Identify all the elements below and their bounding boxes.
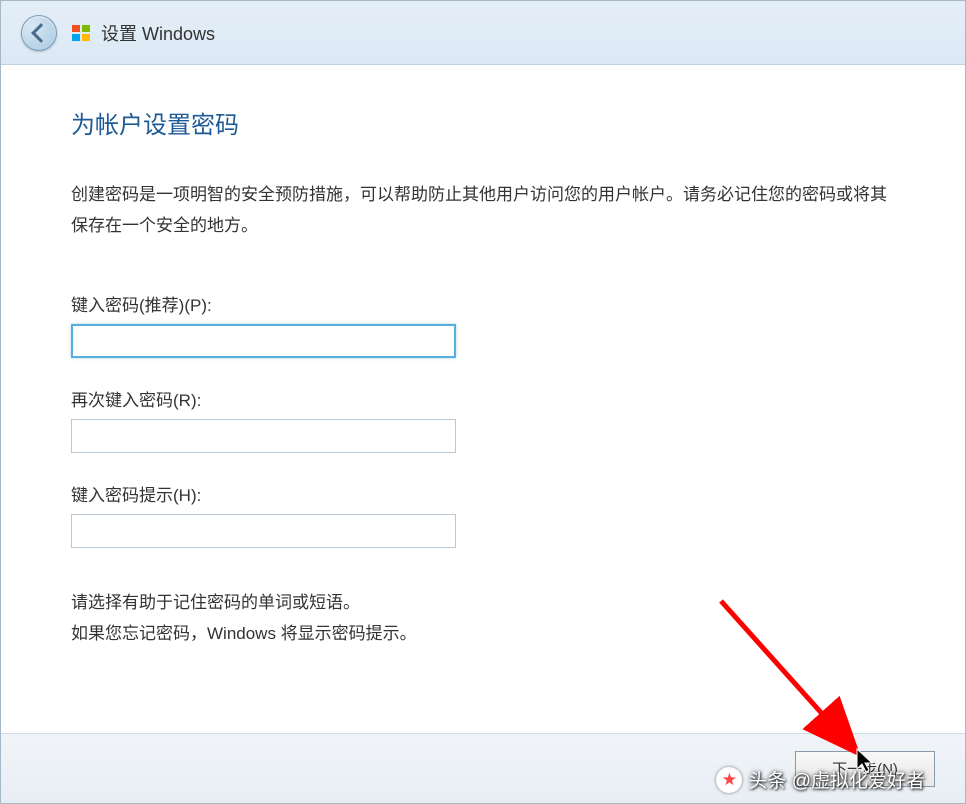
confirm-password-label: 再次键入密码(R): [71, 386, 895, 411]
watermark-text: 头条 @虚拟化爱好者 [748, 766, 925, 793]
confirm-password-group: 再次键入密码(R): [71, 386, 895, 453]
hint-help-line1: 请选择有助于记住密码的单词或短语。 [71, 588, 895, 619]
watermark-logo-icon [716, 767, 742, 793]
window-title: 设置 Windows [101, 20, 215, 46]
title-bar: 设置 Windows [1, 1, 965, 65]
watermark: 头条 @虚拟化爱好者 [716, 766, 925, 793]
password-label: 键入密码(推荐)(P): [71, 291, 895, 316]
hint-help-text: 请选择有助于记住密码的单词或短语。 如果您忘记密码，Windows 将显示密码提… [71, 588, 895, 649]
setup-window: 设置 Windows 为帐户设置密码 创建密码是一项明智的安全预防措施，可以帮助… [0, 0, 966, 804]
password-input[interactable] [71, 324, 456, 358]
hint-group: 键入密码提示(H): [71, 481, 895, 548]
password-group: 键入密码(推荐)(P): [71, 291, 895, 358]
windows-flag-icon [71, 23, 91, 43]
page-heading: 为帐户设置密码 [71, 105, 895, 140]
hint-help-line2: 如果您忘记密码，Windows 将显示密码提示。 [71, 619, 895, 650]
description-text: 创建密码是一项明智的安全预防措施，可以帮助防止其他用户访问您的用户帐户。请务必记… [71, 180, 895, 241]
back-arrow-icon [31, 23, 51, 43]
hint-input[interactable] [71, 514, 456, 548]
confirm-password-input[interactable] [71, 419, 456, 453]
hint-label: 键入密码提示(H): [71, 481, 895, 506]
content-area: 为帐户设置密码 创建密码是一项明智的安全预防措施，可以帮助防止其他用户访问您的用… [1, 65, 965, 733]
back-button[interactable] [21, 15, 57, 51]
